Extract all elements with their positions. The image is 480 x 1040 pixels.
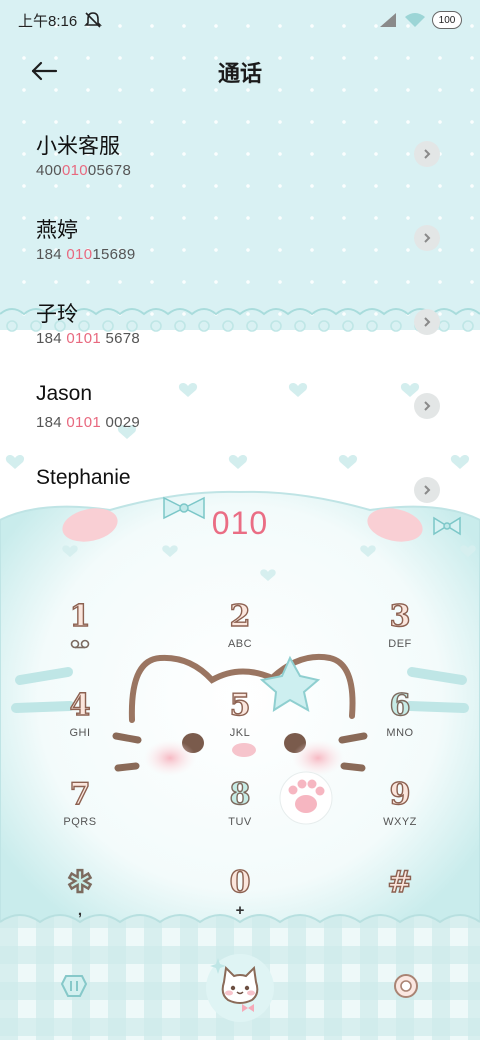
chevron-right-icon xyxy=(424,149,431,159)
key-letters: ABC xyxy=(227,638,253,650)
status-time: 上午8:16 xyxy=(18,12,78,30)
key-1[interactable]: 1 xyxy=(30,599,130,674)
key-letters: MNO xyxy=(386,727,414,739)
key-letters: TUV xyxy=(228,816,252,828)
key-9[interactable]: 9 WXYZ xyxy=(350,777,450,852)
battery-icon: 100 xyxy=(432,11,462,29)
contact-name: 小米客服 xyxy=(36,135,120,158)
contact-name: 子玲 xyxy=(36,303,78,326)
key-2[interactable]: 2 ABC xyxy=(190,599,290,674)
key-digit: 7 xyxy=(69,777,91,812)
key-letters: PQRS xyxy=(63,816,97,828)
key-digit: 2 xyxy=(229,599,251,634)
signal-icon xyxy=(380,13,396,27)
key-letters: WXYZ xyxy=(383,816,417,828)
status-bar: 上午8:16 100 xyxy=(0,0,480,40)
key-digit: 1 xyxy=(69,599,91,634)
contact-item[interactable]: 子玲 184 0101 5678 xyxy=(0,280,480,364)
key-digit: ✱ xyxy=(67,865,94,900)
contact-detail-button[interactable] xyxy=(414,309,440,335)
key-digit: 6 xyxy=(389,688,411,723)
contact-item[interactable]: Jason 184 0101 0029 xyxy=(0,364,480,448)
status-icons: 100 xyxy=(378,11,462,29)
key-8[interactable]: 8 TUV xyxy=(190,777,290,852)
key-digit: 5 xyxy=(229,688,251,723)
key-6[interactable]: 6 MNO xyxy=(350,688,450,763)
key-3[interactable]: 3 DEF xyxy=(350,599,450,674)
contact-detail-button[interactable] xyxy=(414,225,440,251)
more-options-button[interactable] xyxy=(390,970,422,1002)
chevron-right-icon xyxy=(424,317,431,327)
key-letters: GHI xyxy=(69,727,91,739)
number-part: 184 xyxy=(36,414,67,431)
number-part: 400 xyxy=(36,162,62,179)
contact-item[interactable]: 小米客服 40001005678 xyxy=(0,112,480,196)
number-part: 05678 xyxy=(87,162,132,179)
more-options-icon xyxy=(394,974,418,998)
key-letters: JKL xyxy=(229,727,251,739)
contact-detail-button[interactable] xyxy=(414,141,440,167)
key-7[interactable]: 7 PQRS xyxy=(30,777,130,852)
contact-number: 40001005678 xyxy=(36,162,131,179)
chevron-right-icon xyxy=(424,233,431,243)
number-part: 15689 xyxy=(92,246,136,263)
number-match-highlight: 010 xyxy=(66,246,93,263)
number-part: 5678 xyxy=(100,330,141,347)
number-part: 184 xyxy=(36,330,67,347)
key-digit: 3 xyxy=(389,599,411,634)
number-match-highlight: 0101 xyxy=(66,414,101,431)
wifi-icon xyxy=(405,13,425,27)
page-title: 通话 xyxy=(217,62,262,87)
key-digit: 4 xyxy=(69,688,91,723)
contact-number: 184 0101 0029 xyxy=(36,414,140,431)
key-4[interactable]: 4 GHI xyxy=(30,688,130,763)
number-match-highlight: 010 xyxy=(61,162,88,179)
call-button[interactable] xyxy=(204,952,276,1024)
number-part: 184 xyxy=(36,246,67,263)
contact-item[interactable]: 燕婷 184 01015689 xyxy=(0,196,480,280)
call-cat-icon xyxy=(206,954,274,1022)
key-digit: 8 xyxy=(229,777,251,812)
collapse-keypad-icon xyxy=(60,975,88,997)
muted-bell-icon xyxy=(84,12,103,28)
key-digit: 9 xyxy=(389,777,411,812)
contact-name: Jason xyxy=(36,382,93,405)
key-digit: 0 xyxy=(229,865,251,900)
dialed-number-display: 010 xyxy=(211,505,269,541)
header: 通话 xyxy=(0,48,480,92)
number-match-highlight: 0101 xyxy=(66,330,101,347)
contact-number: 184 01015689 xyxy=(36,246,136,263)
contact-detail-button[interactable] xyxy=(414,393,440,419)
contact-number: 184 0101 5678 xyxy=(36,330,140,347)
contact-list: 小米客服 40001005678 燕婷 184 01015689 子玲 184 … xyxy=(0,112,480,532)
chevron-right-icon xyxy=(424,401,431,411)
collapse-keypad-button[interactable] xyxy=(58,970,90,1002)
key-digit: # xyxy=(387,865,414,900)
contact-name: 燕婷 xyxy=(36,219,78,242)
number-part: 0029 xyxy=(100,414,141,431)
key-5[interactable]: 5 JKL xyxy=(190,688,290,763)
key-letters: DEF xyxy=(388,638,412,650)
voicemail-icon xyxy=(70,639,90,649)
